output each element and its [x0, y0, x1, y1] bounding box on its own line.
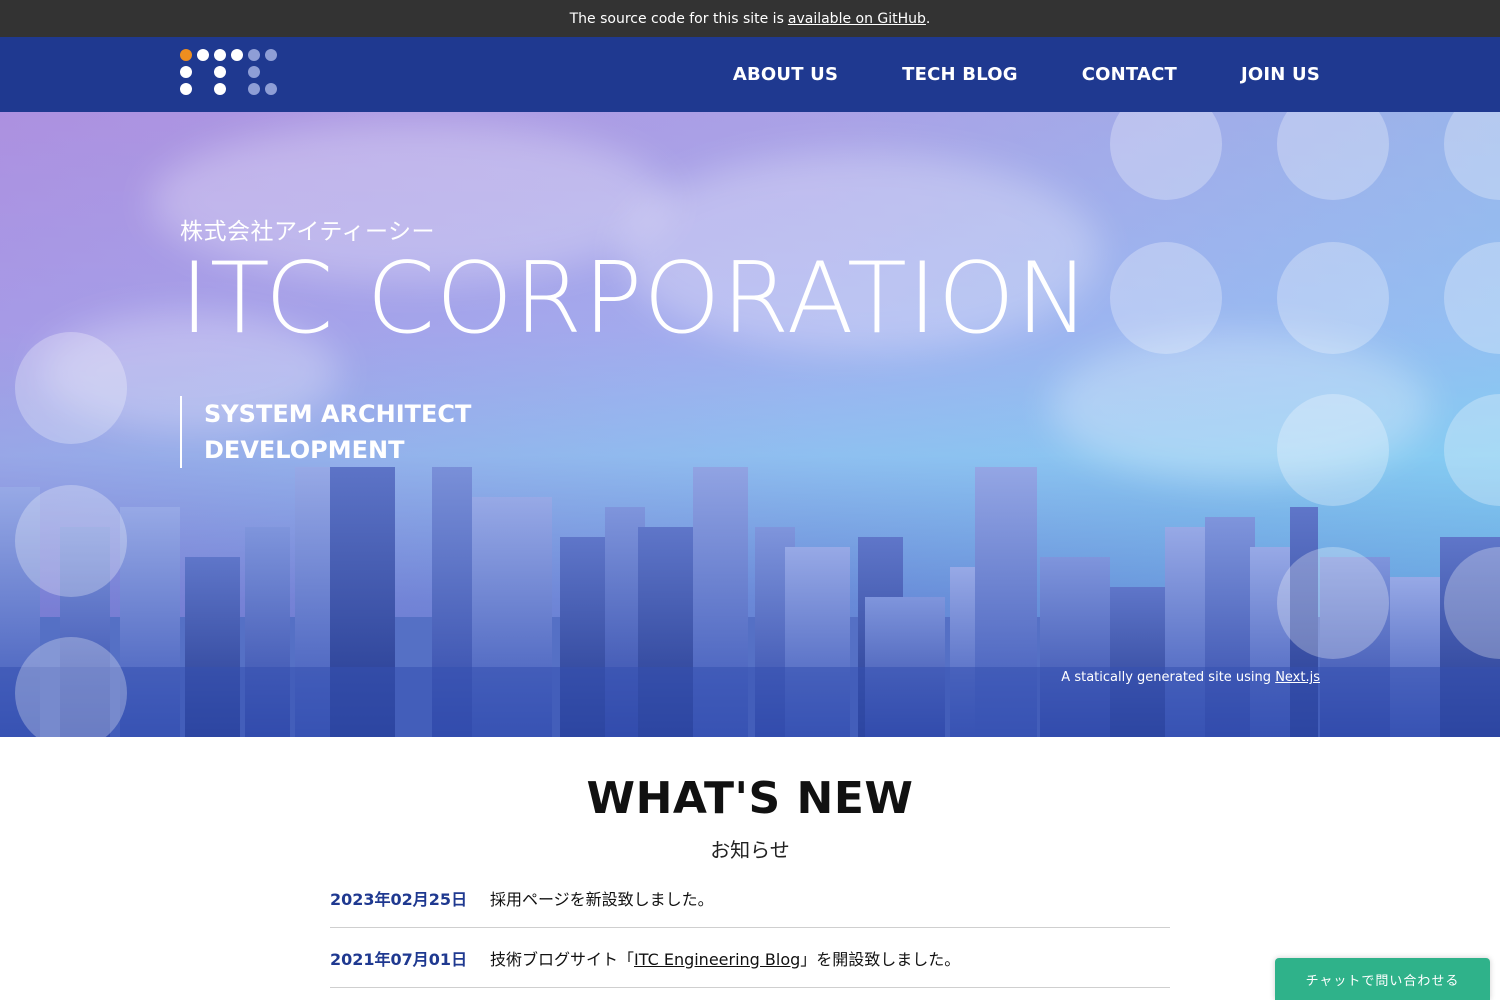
decor-circle: [1277, 394, 1389, 506]
logo-dot: [180, 83, 192, 95]
news-date: 2023年02月25日: [330, 889, 468, 909]
company-name-title: ITC CORPORATION: [180, 242, 1091, 356]
news-item: 2021年07月01日 技術ブログサイト「ITC Engineering Blo…: [330, 928, 1170, 988]
hero-tagline: SYSTEM ARCHITECT DEVELOPMENT: [180, 396, 471, 468]
nav-join-us[interactable]: JOIN US: [1241, 64, 1320, 85]
nav-contact[interactable]: CONTACT: [1082, 64, 1177, 85]
github-link[interactable]: available on GitHub: [788, 11, 926, 27]
decor-circle: [1277, 547, 1389, 659]
news-text-prefix: 技術ブログサイト「: [490, 949, 635, 969]
hero-banner: 株式会社アイティーシー ITC CORPORATION SYSTEM ARCHI…: [0, 112, 1500, 737]
company-name-japanese: 株式会社アイティーシー: [180, 219, 436, 245]
decor-circle: [1110, 242, 1222, 354]
decor-circle: [15, 637, 127, 737]
nav-about-us[interactable]: ABOUT US: [733, 64, 838, 85]
logo-dot: [248, 66, 260, 78]
city-skyline-image: [0, 467, 1500, 737]
news-section-title: WHAT'S NEW: [586, 773, 914, 824]
banner-text: The source code for this site is: [569, 10, 784, 27]
tech-blog-link[interactable]: ITC Engineering Blog: [634, 950, 800, 969]
credit-text: A statically generated site using: [1061, 670, 1272, 685]
logo-dot: [214, 49, 226, 61]
logo-dot: [214, 66, 226, 78]
logo-dot: [265, 49, 277, 61]
news-date: 2021年07月01日: [330, 949, 468, 969]
nav-tech-blog[interactable]: TECH BLOG: [902, 64, 1018, 85]
news-text: 技術ブログサイト「ITC Engineering Blog」を開設致しました。: [490, 946, 960, 970]
logo-dot: [248, 49, 260, 61]
nextjs-credit: A statically generated site using Next.j…: [1061, 670, 1320, 685]
tagline-line-2: DEVELOPMENT: [204, 436, 405, 464]
news-text-suffix: 」を開設致しました。: [800, 949, 961, 969]
decor-circle: [15, 332, 127, 444]
logo-dot: [214, 83, 226, 95]
logo-dot: [265, 83, 277, 95]
logo-dot: [180, 66, 192, 78]
banner-suffix: .: [925, 10, 931, 27]
source-code-banner: The source code for this site is availab…: [0, 0, 1500, 37]
chat-inquiry-button[interactable]: チャットで問い合わせる: [1275, 958, 1490, 1000]
site-header: ABOUT US TECH BLOG CONTACT JOIN US: [0, 37, 1500, 112]
news-item: 2023年02月25日 採用ページを新設致しました。: [330, 868, 1170, 928]
news-list: 2023年02月25日 採用ページを新設致しました。 2021年07月01日 技…: [330, 868, 1170, 988]
company-logo[interactable]: [180, 49, 280, 99]
news-section-subtitle: お知らせ: [710, 838, 790, 862]
nextjs-link[interactable]: Next.js: [1275, 670, 1320, 685]
news-text: 採用ページを新設致しました。: [490, 889, 714, 909]
decor-circle: [15, 485, 127, 597]
logo-dot: [180, 49, 192, 61]
logo-dot: [231, 49, 243, 61]
decor-circle: [1277, 242, 1389, 354]
main-nav: ABOUT US TECH BLOG CONTACT JOIN US: [669, 37, 1320, 112]
tagline-line-1: SYSTEM ARCHITECT: [204, 400, 472, 428]
logo-dot: [248, 83, 260, 95]
logo-dot: [197, 49, 209, 61]
